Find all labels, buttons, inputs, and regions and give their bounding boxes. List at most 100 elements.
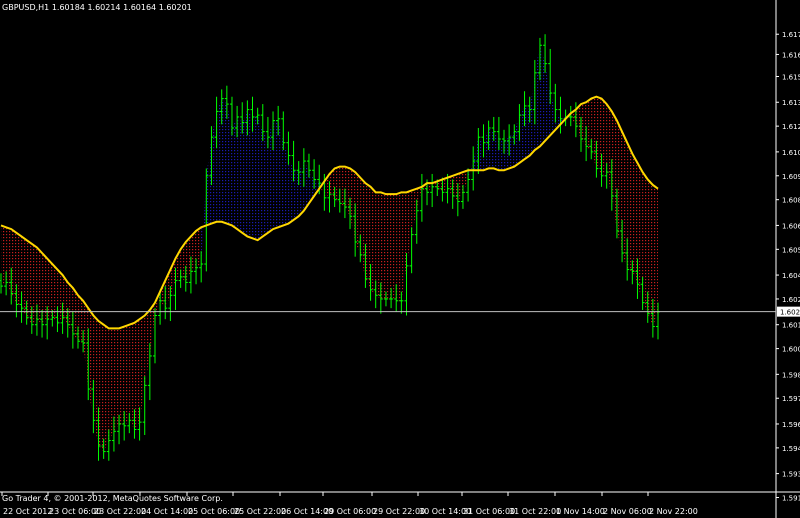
deviation-segment: [149, 302, 155, 356]
y-tick-label: 1.591: [782, 495, 800, 503]
deviation-segment: [581, 102, 587, 147]
y-tick-label: 1.605: [782, 246, 800, 254]
y-tick-label: 1.601: [782, 322, 800, 330]
deviation-segment: [488, 127, 494, 169]
x-tick-label: 23 Oct 22:00: [94, 507, 146, 516]
deviation-segment: [288, 155, 294, 224]
deviation-segment: [447, 175, 453, 197]
symbol-label: GBPUSD,H1: [2, 3, 50, 12]
deviation-segment: [103, 324, 109, 452]
deviation-segment: [257, 115, 263, 241]
y-tick-label: 1.596: [782, 421, 800, 429]
deviation-segment: [519, 105, 525, 163]
y-tick-label: 1.594: [782, 445, 800, 453]
deviation-segment: [72, 287, 78, 342]
deviation-segment: [6, 227, 12, 294]
deviation-segment: [391, 194, 397, 301]
deviation-segment: [642, 172, 648, 314]
current-price-label: 1.602: [780, 309, 800, 317]
deviation-segment: [36, 247, 43, 325]
y-tick-label: 1.612: [782, 123, 800, 131]
deviation-segment: [647, 179, 653, 327]
deviation-segment: [411, 188, 417, 235]
deviation-segment: [606, 104, 612, 197]
deviation-segment: [504, 137, 510, 171]
deviation-segment: [231, 116, 238, 230]
deviation-segment: [93, 315, 99, 447]
deviation-segment: [42, 253, 48, 325]
deviation-segment: [462, 170, 469, 193]
deviation-segment: [113, 328, 120, 432]
deviation-segment: [83, 300, 89, 390]
deviation-segment: [196, 227, 202, 268]
y-tick-label: 1.593: [782, 471, 800, 479]
deviation-segment: [278, 118, 284, 228]
deviation-segment: [416, 186, 422, 211]
x-tick-label: 22 Oct 2012: [3, 507, 52, 516]
deviation-segment: [185, 236, 191, 283]
deviation-segment: [514, 115, 520, 167]
chart-header: GBPUSD,H1 1.60184 1.60214 1.60164 1.6020…: [2, 3, 192, 12]
deviation-segment: [344, 166, 351, 217]
y-tick-label: 1.604: [782, 272, 800, 280]
deviation-segment: [591, 96, 597, 169]
deviation-segment: [534, 45, 540, 151]
y-tick-label: 1.608: [782, 197, 800, 205]
deviation-segment: [550, 93, 556, 136]
deviation-segment: [262, 131, 268, 237]
deviation-segment: [601, 98, 607, 176]
deviation-segment: [452, 173, 458, 202]
y-tick-label: 1.606: [782, 222, 800, 230]
x-tick-label: 24 Oct 14:00: [141, 507, 193, 516]
deviation-segment: [627, 142, 633, 272]
deviation-segment: [375, 192, 381, 299]
deviation-segment: [380, 192, 386, 299]
deviation-segment: [206, 137, 212, 226]
y-tick-label: 1.597: [782, 395, 800, 403]
deviation-segment: [350, 168, 356, 242]
deviation-segment: [226, 104, 232, 226]
chart-window[interactable]: 1.602 1.617 1.616 1.615 1.613 1.612 1.610 1.609…: [0, 0, 800, 518]
deviation-segment: [98, 321, 104, 452]
copyright-text: Go Trader 4, © 2001-2012, MetaQuotes Sof…: [2, 494, 223, 503]
deviation-segment: [237, 116, 243, 233]
deviation-segment: [57, 269, 63, 323]
x-tick-label: 2 Nov 22:00: [649, 507, 698, 516]
deviation-segment: [524, 105, 530, 160]
deviation-segment: [637, 162, 643, 303]
deviation-segment: [529, 72, 535, 156]
deviation-segment: [473, 137, 479, 171]
y-tick-label: 1.600: [782, 346, 800, 354]
deviation-segment: [247, 109, 253, 239]
deviation-segment: [396, 192, 402, 301]
deviation-segment: [293, 170, 299, 220]
x-tick-label: 31 Oct 22:00: [509, 507, 561, 516]
y-tick-label: 1.613: [782, 99, 800, 107]
deviation-segment: [360, 177, 366, 279]
deviation-segment: [545, 63, 551, 141]
deviation-segment: [385, 194, 392, 299]
x-tick-label: 25 Oct 22:00: [234, 507, 286, 516]
deviation-segment: [21, 236, 27, 318]
deviation-segment: [478, 137, 484, 171]
ohlc-values: 1.60184 1.60214 1.60164 1.60201: [51, 3, 192, 12]
x-tick-label: 29 Oct 22:00: [373, 507, 425, 516]
x-tick-label: 1 Nov 14:00: [556, 507, 605, 516]
deviation-segment: [493, 131, 499, 171]
y-tick-label: 1.617: [782, 31, 800, 39]
deviation-segment: [616, 120, 623, 253]
x-tick-label: 31 Oct 06:00: [463, 507, 515, 516]
deviation-segment: [139, 315, 145, 423]
y-tick-label: 1.616: [782, 51, 800, 59]
deviation-segment: [124, 324, 130, 426]
x-tick-label: 29 Oct 06:00: [324, 507, 376, 516]
deviation-segment: [622, 131, 628, 270]
deviation-segment: [498, 139, 505, 171]
y-tick-label: 1.615: [782, 74, 800, 82]
deviation-segment: [273, 118, 279, 230]
price-chart[interactable]: 1.602 1.617 1.616 1.615 1.613 1.612 1.610 1.609…: [0, 0, 800, 518]
deviation-segment: [1, 225, 7, 287]
deviation-segment: [31, 243, 37, 325]
deviation-segment: [401, 192, 407, 301]
ma-deviation-fill: [1, 45, 658, 452]
